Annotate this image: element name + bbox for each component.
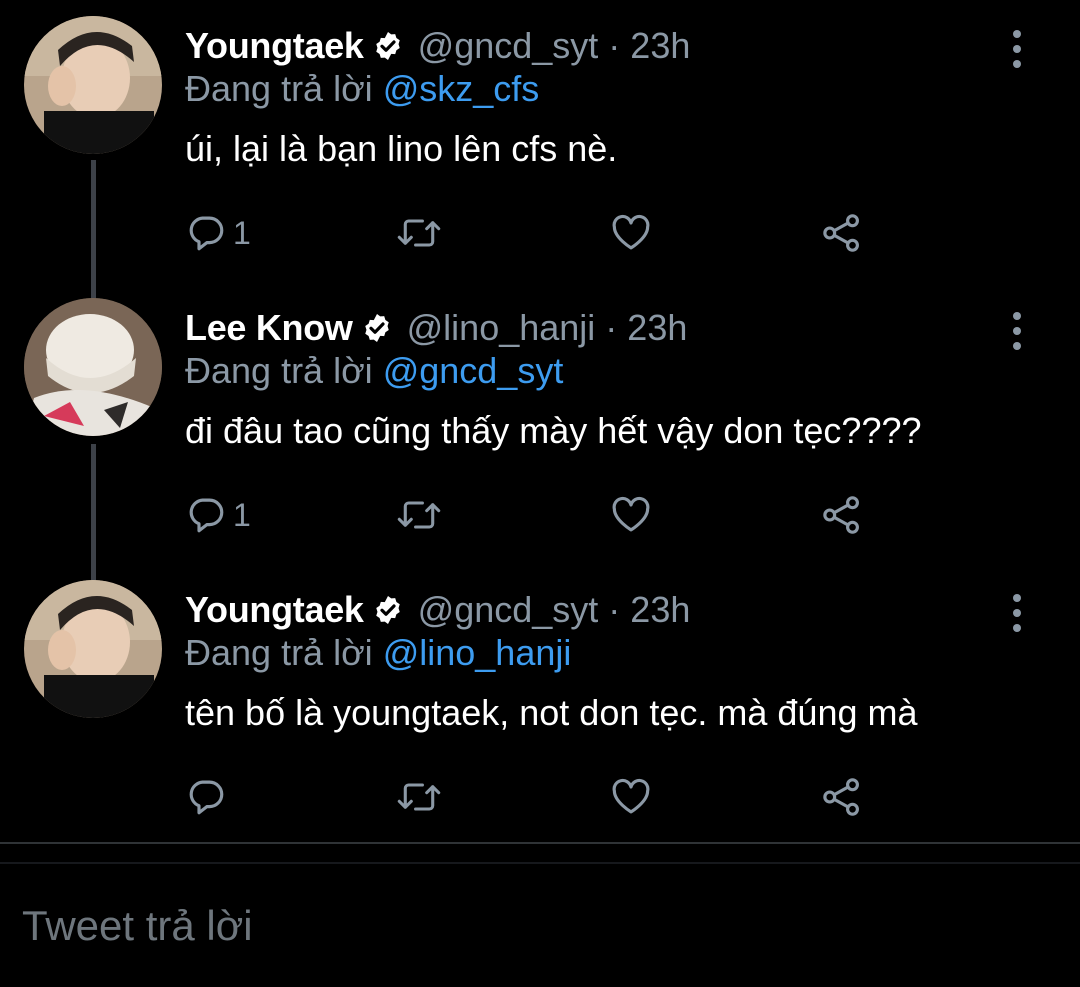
heart-icon <box>612 778 650 814</box>
reply-icon <box>189 780 224 815</box>
divider <box>0 862 1080 864</box>
like-button[interactable] <box>609 490 653 540</box>
timestamp[interactable]: 23h <box>627 307 687 349</box>
retweet-icon <box>397 501 441 529</box>
separator: · <box>605 307 618 348</box>
tweet[interactable]: Lee Know @lino_hanji · 23h Đang trả lời @… <box>0 298 1080 552</box>
avatar[interactable] <box>24 580 162 718</box>
user-handle[interactable]: @lino_hanji <box>407 307 596 349</box>
verified-badge-icon <box>372 594 404 626</box>
reply-count: 1 <box>233 496 251 533</box>
timestamp[interactable]: 23h <box>630 25 690 67</box>
reply-button[interactable]: 1 <box>185 490 251 540</box>
replying-to: Đang trả lời @gncd_syt <box>185 350 563 392</box>
divider <box>0 842 1080 844</box>
retweet-icon <box>397 219 441 247</box>
tweet-actions <box>185 772 885 822</box>
replying-to: Đang trả lời @skz_cfs <box>185 68 539 110</box>
share-icon <box>823 778 859 816</box>
display-name[interactable]: Youngtaek <box>185 589 364 631</box>
heart-icon <box>612 496 650 532</box>
heart-icon <box>612 214 650 250</box>
display-name[interactable]: Lee Know <box>185 307 353 349</box>
retweet-icon <box>397 783 441 811</box>
retweet-button[interactable] <box>395 772 443 822</box>
verified-badge-icon <box>361 312 393 344</box>
tweet-actions: 1 <box>185 208 885 258</box>
reply-button[interactable] <box>185 772 233 822</box>
verified-badge-icon <box>372 30 404 62</box>
tweet-text: úi, lại là bạn lino lên cfs nè. <box>185 128 618 169</box>
mention-link[interactable]: @skz_cfs <box>383 68 540 109</box>
retweet-button[interactable] <box>395 208 443 258</box>
avatar[interactable] <box>24 16 162 154</box>
share-button[interactable] <box>821 772 863 822</box>
avatar[interactable] <box>24 298 162 436</box>
like-button[interactable] <box>609 208 653 258</box>
reply-icon <box>189 216 224 251</box>
mention-link[interactable]: @gncd_syt <box>383 350 564 391</box>
tweet[interactable]: Youngtaek @gncd_syt · 23h Đang trả lời @l… <box>0 580 1080 834</box>
replying-to: Đang trả lời @lino_hanji <box>185 632 571 674</box>
reply-icon <box>189 498 224 533</box>
share-button[interactable] <box>821 208 863 258</box>
tweet-header: Youngtaek @gncd_syt · 23h <box>185 20 690 72</box>
user-handle[interactable]: @gncd_syt <box>418 589 599 631</box>
more-options-icon[interactable] <box>1010 594 1024 632</box>
timestamp[interactable]: 23h <box>630 589 690 631</box>
display-name[interactable]: Youngtaek <box>185 25 364 67</box>
separator: · <box>608 25 621 66</box>
replying-to-label: Đang trả lời <box>185 632 373 673</box>
like-button[interactable] <box>609 772 653 822</box>
tweet-text: tên bố là youngtaek, not don tẹc. mà đún… <box>185 692 918 733</box>
more-options-icon[interactable] <box>1010 312 1024 350</box>
share-icon <box>823 214 859 252</box>
tweet-actions: 1 <box>185 490 885 540</box>
share-button[interactable] <box>821 490 863 540</box>
mention-link[interactable]: @lino_hanji <box>383 632 572 673</box>
tweet-header: Lee Know @lino_hanji · 23h <box>185 302 687 354</box>
reply-count: 1 <box>233 214 251 251</box>
tweet[interactable]: Youngtaek @gncd_syt · 23h Đang trả lời @s… <box>0 16 1080 270</box>
separator: · <box>608 589 621 630</box>
user-handle[interactable]: @gncd_syt <box>418 25 599 67</box>
reply-button[interactable]: 1 <box>185 208 251 258</box>
share-icon <box>823 496 859 534</box>
reply-compose-input[interactable]: Tweet trả lời <box>22 902 253 950</box>
tweet-header: Youngtaek @gncd_syt · 23h <box>185 584 690 636</box>
replying-to-label: Đang trả lời <box>185 350 373 391</box>
more-options-icon[interactable] <box>1010 30 1024 68</box>
retweet-button[interactable] <box>395 490 443 540</box>
tweet-text: đi đâu tao cũng thấy mày hết vậy don tẹc… <box>185 410 922 451</box>
replying-to-label: Đang trả lời <box>185 68 373 109</box>
